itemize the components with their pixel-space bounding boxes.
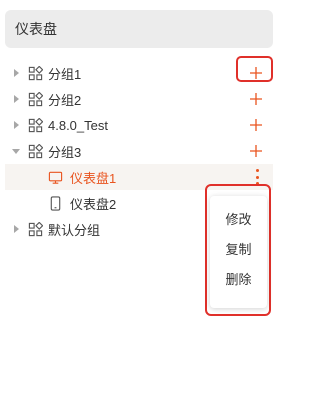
tree-group-2[interactable]: 分组2	[0, 86, 281, 112]
tree-dashboard-label: 仪表盘2	[70, 196, 117, 212]
tree-group-label: 分组1	[48, 66, 82, 82]
page-title: 仪表盘	[15, 21, 57, 37]
phone-icon	[50, 195, 61, 211]
page-header: 仪表盘	[5, 10, 273, 48]
caret-right-icon[interactable]	[12, 121, 20, 129]
group-icon	[28, 117, 43, 132]
monitor-icon	[48, 171, 63, 184]
plus-icon	[250, 145, 262, 157]
tree-group-label: 4.8.0_Test	[48, 117, 108, 133]
group-icon	[28, 221, 43, 236]
tree-group-3[interactable]: 4.8.0_Test	[0, 112, 281, 138]
tree-group-label: 分组2	[48, 92, 82, 108]
caret-right-icon[interactable]	[12, 69, 20, 77]
group-icon	[28, 143, 43, 158]
tree-group-4[interactable]: 分组3	[0, 138, 281, 164]
group-icon	[28, 91, 43, 106]
tree-group-label: 默认分组	[48, 222, 101, 238]
caret-down-icon[interactable]	[12, 147, 20, 155]
add-dashboard-button[interactable]	[247, 90, 265, 108]
tree-group-label: 分组3	[48, 144, 82, 160]
context-menu: 修改 复制 删除	[210, 196, 267, 308]
menu-item-delete[interactable]: 删除	[210, 263, 267, 293]
menu-item-copy[interactable]: 复制	[210, 233, 267, 263]
caret-right-icon[interactable]	[12, 225, 20, 233]
add-dashboard-button[interactable]	[247, 64, 265, 82]
more-options-icon[interactable]	[255, 169, 259, 185]
add-dashboard-button[interactable]	[247, 142, 265, 160]
plus-icon	[250, 93, 262, 105]
add-dashboard-button[interactable]	[247, 116, 265, 134]
tree-dashboard-label: 仪表盘1	[70, 170, 117, 186]
plus-icon	[250, 119, 262, 131]
menu-item-edit[interactable]: 修改	[210, 203, 267, 233]
plus-icon	[250, 67, 262, 79]
tree-group-1[interactable]: 分组1	[0, 56, 281, 86]
caret-right-icon[interactable]	[12, 95, 20, 103]
group-icon	[28, 65, 43, 80]
